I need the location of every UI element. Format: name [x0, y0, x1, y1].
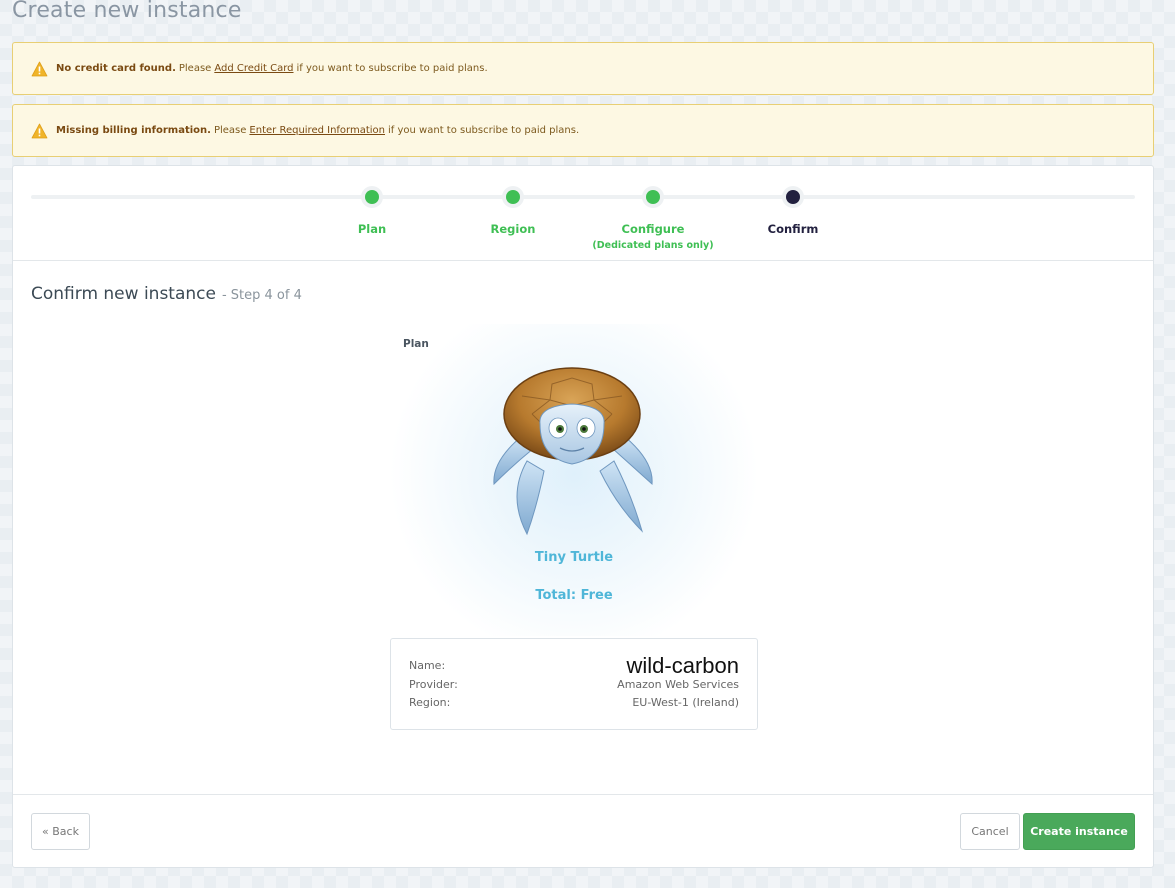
name-label: Name: [409, 659, 446, 672]
alert-no-credit-card: No credit card found. Please Add Credit … [12, 42, 1154, 95]
provider-label: Provider: [409, 678, 458, 691]
enter-required-information-link[interactable]: Enter Required Information [249, 125, 385, 136]
name-value: wild-carbon [626, 653, 740, 678]
step-sublabel: (Dedicated plans only) [592, 240, 714, 251]
region-value: EU-West-1 (Ireland) [632, 696, 739, 709]
step-label: Confirm [767, 222, 819, 236]
alert-text: Please [178, 63, 212, 74]
plan-label: Plan [403, 338, 429, 350]
back-button[interactable]: « Back [31, 813, 90, 850]
step-complete-dot [506, 190, 520, 204]
instance-details: Name: wild-carbon Provider: Amazon Web S… [390, 638, 758, 730]
confirm-title: Confirm new instance [31, 284, 216, 304]
step-complete-dot [646, 190, 660, 204]
create-instance-button[interactable]: Create instance [1023, 813, 1135, 850]
plan-summary: Plan Tiny Turtle Total: Free [390, 324, 758, 636]
step-label: Configure [621, 222, 685, 236]
step-counter: - Step 4 of 4 [221, 288, 302, 303]
step-active-dot [786, 190, 800, 204]
create-instance-card: Plan Region Configure (Dedicated plans o… [12, 165, 1154, 868]
provider-value: Amazon Web Services [617, 678, 739, 691]
alert-text: if you want to subscribe to paid plans. [296, 63, 488, 74]
card-footer: « Back Cancel Create instance [13, 794, 1153, 867]
alert-missing-billing: Missing billing information. Please Ente… [12, 104, 1154, 157]
step-complete-dot [365, 190, 379, 204]
cancel-button[interactable]: Cancel [960, 813, 1020, 850]
turtle-mascot-icon [493, 367, 653, 536]
warning-icon [31, 61, 48, 76]
add-credit-card-link[interactable]: Add Credit Card [214, 63, 293, 74]
alert-title: Missing billing information. [56, 125, 211, 136]
confirm-heading: Confirm new instance - Step 4 of 4 [31, 284, 302, 304]
plan-name: Tiny Turtle [534, 550, 614, 565]
step-label: Region [490, 222, 536, 236]
stepper-track [31, 195, 1135, 199]
plan-total: Total: Free [535, 588, 613, 603]
alert-text: if you want to subscribe to paid plans. [388, 125, 580, 136]
region-label: Region: [409, 696, 451, 709]
page-title: Create new instance [12, 0, 242, 23]
alert-title: No credit card found. [56, 63, 176, 74]
warning-icon [31, 123, 48, 138]
alert-text: Please [213, 125, 247, 136]
progress-stepper: Plan Region Configure (Dedicated plans o… [13, 166, 1153, 261]
step-label: Plan [357, 222, 387, 236]
